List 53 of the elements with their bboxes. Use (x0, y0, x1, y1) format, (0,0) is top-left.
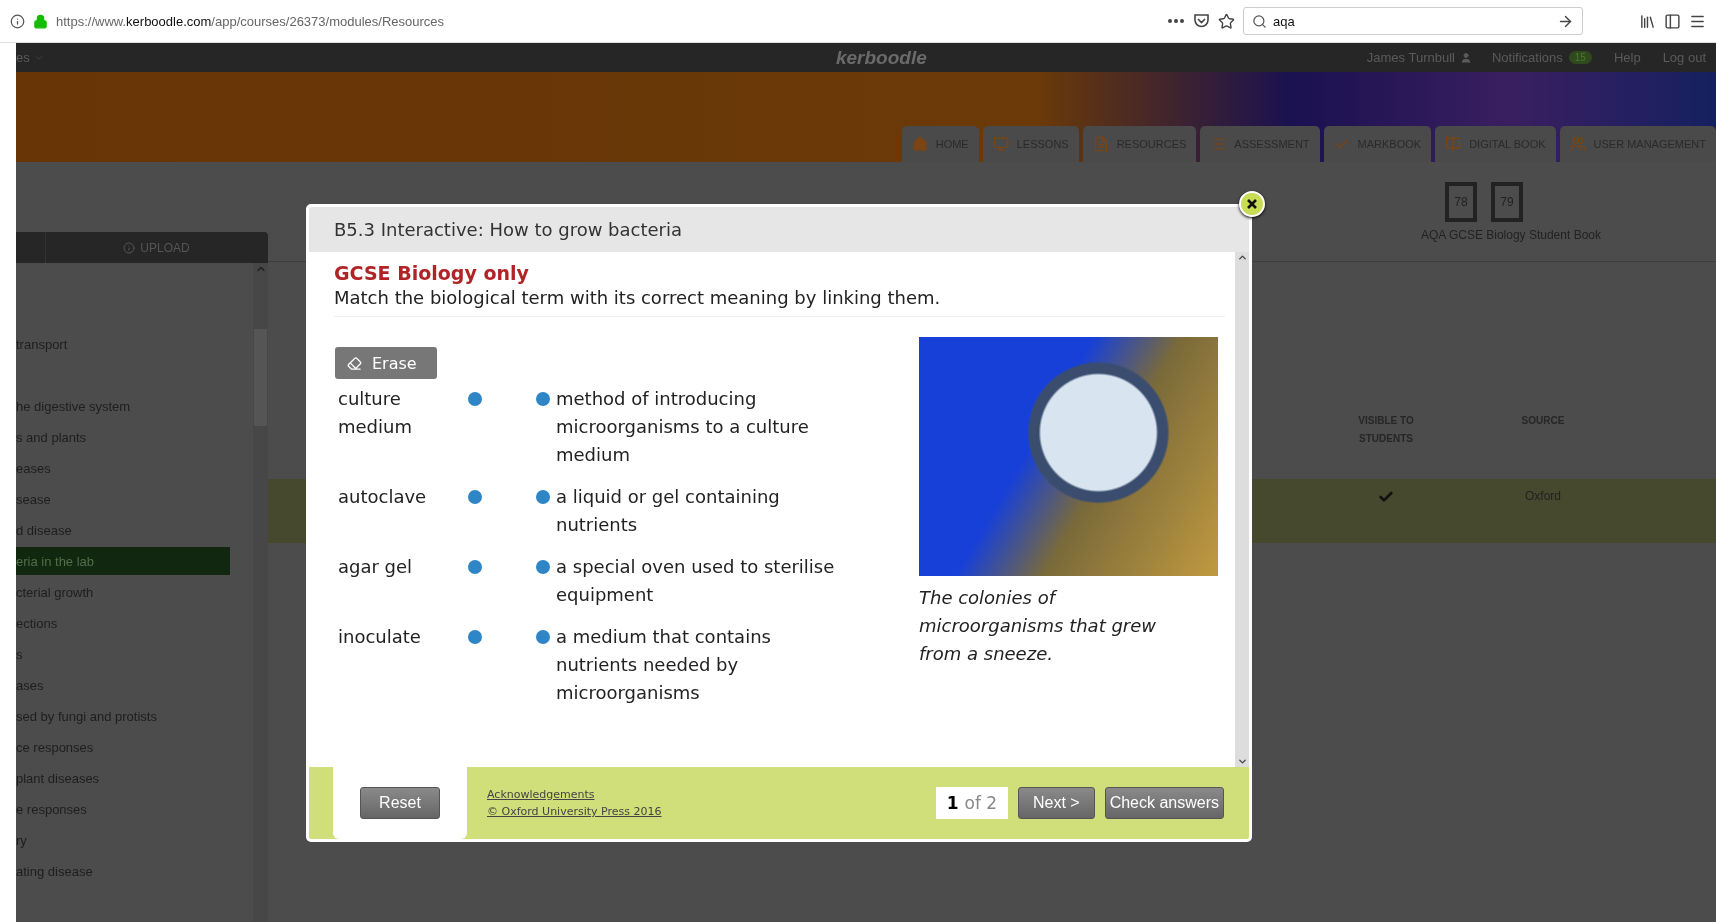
meaning-text: a medium that contains nutrients needed by microorganisms (556, 625, 772, 705)
scrollbar[interactable] (1235, 252, 1249, 767)
instruction-text: Match the biological term with its correct meaning by linking them. (334, 287, 1225, 317)
next-button[interactable]: Next > (1017, 787, 1095, 819)
link-dot[interactable] (536, 630, 550, 644)
erase-button[interactable]: Erase (335, 347, 437, 379)
document-icon (1092, 136, 1109, 152)
more-icon[interactable] (1167, 18, 1185, 24)
term-text: agar gel (337, 555, 414, 579)
page-indicator: 1 of 2 (935, 787, 1008, 819)
sidebar-icon[interactable] (1664, 12, 1681, 30)
modal-title: B5.3 Interactive: How to grow bacteria (309, 207, 1249, 252)
star-icon[interactable] (1218, 12, 1235, 30)
link-dot[interactable] (536, 560, 550, 574)
acknowledgements-link[interactable]: Acknowledgements (487, 788, 662, 801)
meaning-text: a liquid or gel containing nutrients (556, 485, 781, 537)
pocket-icon[interactable] (1193, 13, 1210, 29)
link-dot[interactable] (536, 392, 550, 406)
info-icon (123, 241, 136, 254)
check-answers-button[interactable]: Check answers (1104, 787, 1224, 819)
users-icon (1569, 136, 1586, 152)
info-icon[interactable] (10, 13, 25, 29)
book-icon (1445, 136, 1462, 152)
meaning-text: method of introducing microorganisms to a culture medium (556, 387, 810, 467)
link-dot[interactable] (468, 392, 482, 406)
link-dot[interactable] (468, 490, 482, 504)
link-dot[interactable] (536, 490, 550, 504)
eraser-icon (347, 355, 362, 371)
chevron-down-icon[interactable] (1236, 756, 1248, 767)
meaning-text: a special oven used to sterilise equipment (556, 555, 836, 607)
copyright-link[interactable]: © Oxford University Press 2016 (487, 805, 662, 818)
search-field[interactable]: aqa (1243, 7, 1583, 35)
image-caption: The colonies of microorganisms that grew from a sneeze. (919, 586, 1158, 666)
term-text: culture medium (337, 387, 413, 439)
logo-text[interactable]: kerboodle (835, 46, 927, 69)
close-icon (1246, 198, 1258, 210)
subtitle: GCSE Biology only (334, 262, 530, 284)
link-dot[interactable] (468, 630, 482, 644)
url-text[interactable]: https://www.kerboodle.com/app/courses/26373/modules/Resources (56, 13, 445, 29)
monitor-icon (992, 136, 1009, 152)
user-icon (1459, 51, 1472, 64)
term-text: inoculate (337, 625, 422, 649)
list-icon (1210, 136, 1227, 152)
term-text: autoclave (337, 485, 428, 509)
lock-icon (33, 13, 48, 29)
search-icon (1252, 13, 1267, 29)
reset-button[interactable]: Reset (360, 787, 440, 819)
home-icon (911, 136, 928, 152)
library-icon[interactable] (1639, 12, 1656, 30)
sidebar-item[interactable]: eria in the lab (16, 547, 230, 575)
link-dot[interactable] (468, 560, 482, 574)
chevron-up-icon[interactable] (1236, 252, 1248, 263)
scrollbar[interactable] (253, 263, 268, 922)
